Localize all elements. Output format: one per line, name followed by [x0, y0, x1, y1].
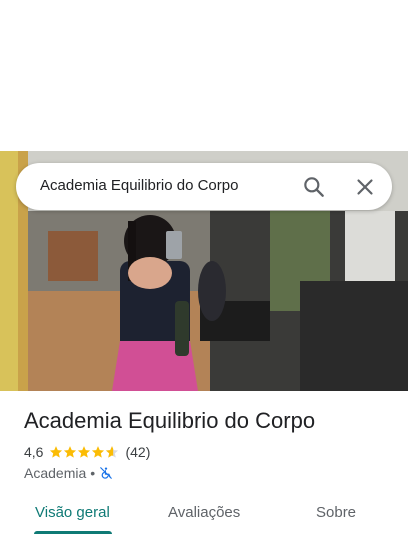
rating-row[interactable]: 4,6 (42)	[24, 443, 150, 461]
separator-dot: •	[90, 465, 96, 481]
category-row: Academia •	[24, 464, 113, 482]
search-icon[interactable]	[301, 174, 327, 200]
close-icon[interactable]	[352, 174, 378, 200]
star-icon	[50, 446, 63, 458]
star-rating	[49, 445, 119, 459]
search-bar[interactable]: Academia Equilibrio do Corpo	[16, 163, 392, 210]
tab-overview[interactable]: Visão geral	[35, 504, 110, 521]
place-title: Academia Equilibrio do Corpo	[24, 408, 316, 433]
tab-about[interactable]: Sobre	[316, 504, 356, 521]
star-half-icon	[106, 446, 119, 458]
place-tabs: Visão geral Avaliações Sobre	[0, 492, 408, 536]
tab-reviews[interactable]: Avaliações	[168, 504, 240, 521]
category-label: Academia	[24, 465, 87, 481]
rating-value: 4,6	[24, 444, 44, 460]
star-icon	[92, 446, 105, 458]
no-wheelchair-icon	[99, 466, 113, 480]
star-icon	[64, 446, 77, 458]
search-input[interactable]: Academia Equilibrio do Corpo	[40, 177, 238, 194]
review-count[interactable]: (42)	[125, 444, 150, 460]
star-icon	[78, 446, 91, 458]
active-tab-indicator	[34, 531, 112, 534]
